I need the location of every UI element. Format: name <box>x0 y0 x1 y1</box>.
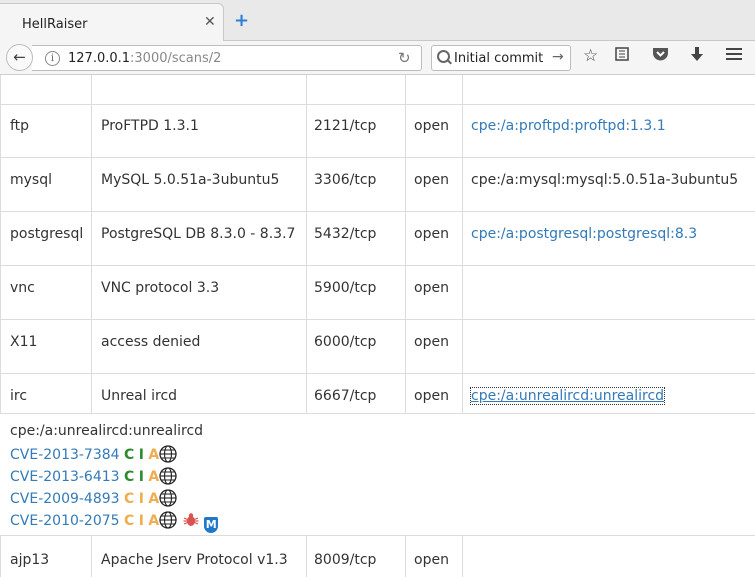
integrity-badge: I <box>138 469 144 485</box>
cpe-link[interactable]: cpe:/a:unrealircd:unrealircd <box>469 387 666 405</box>
confidentiality-badge: C <box>124 469 135 485</box>
service-product: Unreal ircd <box>101 388 178 404</box>
service-name: X11 <box>10 334 38 350</box>
service-port: 2121/tcp <box>314 118 377 134</box>
table-row: postgresql PostgreSQL DB 8.3.0 - 8.3.7 5… <box>0 211 755 266</box>
menu-icon[interactable] <box>726 46 742 66</box>
service-state: open <box>414 226 449 242</box>
back-button[interactable]: ← <box>6 44 33 71</box>
table-row: X11 access denied 6000/tcp open <box>0 319 755 374</box>
globe-icon[interactable] <box>159 511 177 529</box>
availability-badge: A <box>148 447 160 463</box>
service-state: open <box>414 118 449 134</box>
service-state: open <box>414 552 449 568</box>
confidentiality-badge: C <box>124 491 135 507</box>
service-port: 6667/tcp <box>314 388 377 404</box>
service-product: Apache Jserv Protocol v1.3 <box>101 552 288 568</box>
cve-row: CVE-2013-6413 C I A <box>10 467 177 485</box>
availability-badge: A <box>148 491 160 507</box>
browser-tab[interactable]: HellRaiser ✕ <box>0 3 224 41</box>
search-bar[interactable]: Initial commit → <box>431 45 571 71</box>
service-product: VNC protocol 3.3 <box>101 280 220 296</box>
service-name: postgresql <box>10 226 84 242</box>
service-port: 3306/tcp <box>314 172 377 188</box>
bug-icon[interactable] <box>182 511 200 529</box>
search-icon <box>437 50 450 63</box>
reading-list-icon[interactable] <box>614 46 630 67</box>
service-product: access denied <box>101 334 201 350</box>
integrity-badge: I <box>138 513 144 529</box>
search-go-arrow-icon[interactable]: → <box>552 49 564 65</box>
site-info-icon[interactable]: i <box>45 51 60 66</box>
table-row-partial <box>0 75 755 105</box>
cpe-text: cpe:/a:mysql:mysql:5.0.51a-3ubuntu5 <box>471 172 739 188</box>
cve-link[interactable]: CVE-2013-7384 <box>10 447 120 463</box>
service-state: open <box>414 280 449 296</box>
service-product: ProFTPD 1.3.1 <box>101 118 199 134</box>
table-row: irc Unreal ircd 6667/tcp open cpe:/a:unr… <box>0 373 755 414</box>
bookmark-star-icon[interactable]: ☆ <box>583 46 598 66</box>
integrity-badge: I <box>138 447 144 463</box>
service-state: open <box>414 388 449 404</box>
availability-badge: A <box>148 513 160 529</box>
service-port: 5900/tcp <box>314 280 377 296</box>
confidentiality-badge: C <box>124 513 135 529</box>
service-product: MySQL 5.0.51a-3ubuntu5 <box>101 172 280 188</box>
downloads-icon[interactable] <box>690 46 704 67</box>
service-name: vnc <box>10 280 35 296</box>
cpe-link[interactable]: cpe:/a:proftpd:proftpd:1.3.1 <box>471 118 666 134</box>
url-text[interactable]: 127.0.0.1:3000/scans/2 <box>68 51 221 66</box>
service-name: ftp <box>10 118 30 134</box>
cve-row: CVE-2009-4893 C I A <box>10 489 177 507</box>
table-row: vnc VNC protocol 3.3 5900/tcp open <box>0 265 755 320</box>
confidentiality-badge: C <box>124 447 135 463</box>
globe-icon[interactable] <box>159 467 177 485</box>
navigation-bar: i 127.0.0.1:3000/scans/2 ↻ ← Initial com… <box>0 41 755 75</box>
service-port: 8009/tcp <box>314 552 377 568</box>
cve-link[interactable]: CVE-2010-2075 <box>10 513 120 529</box>
cve-row: CVE-2013-7384 C I A <box>10 445 177 463</box>
service-port: 5432/tcp <box>314 226 377 242</box>
service-name: irc <box>10 388 28 404</box>
availability-badge: A <box>148 469 160 485</box>
url-bar[interactable]: i 127.0.0.1:3000/scans/2 ↻ <box>32 45 422 71</box>
service-port: 6000/tcp <box>314 334 377 350</box>
vuln-cpe-heading: cpe:/a:unrealircd:unrealircd <box>10 423 204 439</box>
cve-row: CVE-2010-2075 C I A M <box>10 511 219 533</box>
metasploit-icon[interactable]: M <box>204 517 219 533</box>
table-row: ajp13 Apache Jserv Protocol v1.3 8009/tc… <box>0 535 755 577</box>
globe-icon[interactable] <box>159 445 177 463</box>
back-arrow-icon: ← <box>13 48 26 66</box>
title-bar: HellRaiser ✕ + <box>0 0 755 41</box>
tab-title: HellRaiser <box>22 17 88 32</box>
table-row: ftp ProFTPD 1.3.1 2121/tcp open cpe:/a:p… <box>0 104 755 158</box>
service-name: ajp13 <box>10 552 50 568</box>
vulnerability-panel: cpe:/a:unrealircd:unrealircd CVE-2013-73… <box>0 413 755 536</box>
search-input[interactable]: Initial commit <box>454 51 543 66</box>
service-state: open <box>414 172 449 188</box>
service-state: open <box>414 334 449 350</box>
url-host: 127.0.0.1 <box>68 51 131 66</box>
pocket-icon[interactable] <box>652 46 669 67</box>
cpe-link[interactable]: cpe:/a:postgresql:postgresql:8.3 <box>471 226 697 242</box>
reload-icon[interactable]: ↻ <box>398 49 411 67</box>
url-path: :3000/scans/2 <box>130 51 222 66</box>
globe-icon[interactable] <box>159 489 177 507</box>
cve-link[interactable]: CVE-2009-4893 <box>10 491 120 507</box>
new-tab-button[interactable]: + <box>234 12 249 30</box>
integrity-badge: I <box>138 491 144 507</box>
table-row: mysql MySQL 5.0.51a-3ubuntu5 3306/tcp op… <box>0 157 755 212</box>
page-content: ftp ProFTPD 1.3.1 2121/tcp open cpe:/a:p… <box>0 75 755 577</box>
service-name: mysql <box>10 172 52 188</box>
cve-link[interactable]: CVE-2013-6413 <box>10 469 120 485</box>
service-product: PostgreSQL DB 8.3.0 - 8.3.7 <box>101 226 296 242</box>
close-tab-icon[interactable]: ✕ <box>204 14 216 30</box>
